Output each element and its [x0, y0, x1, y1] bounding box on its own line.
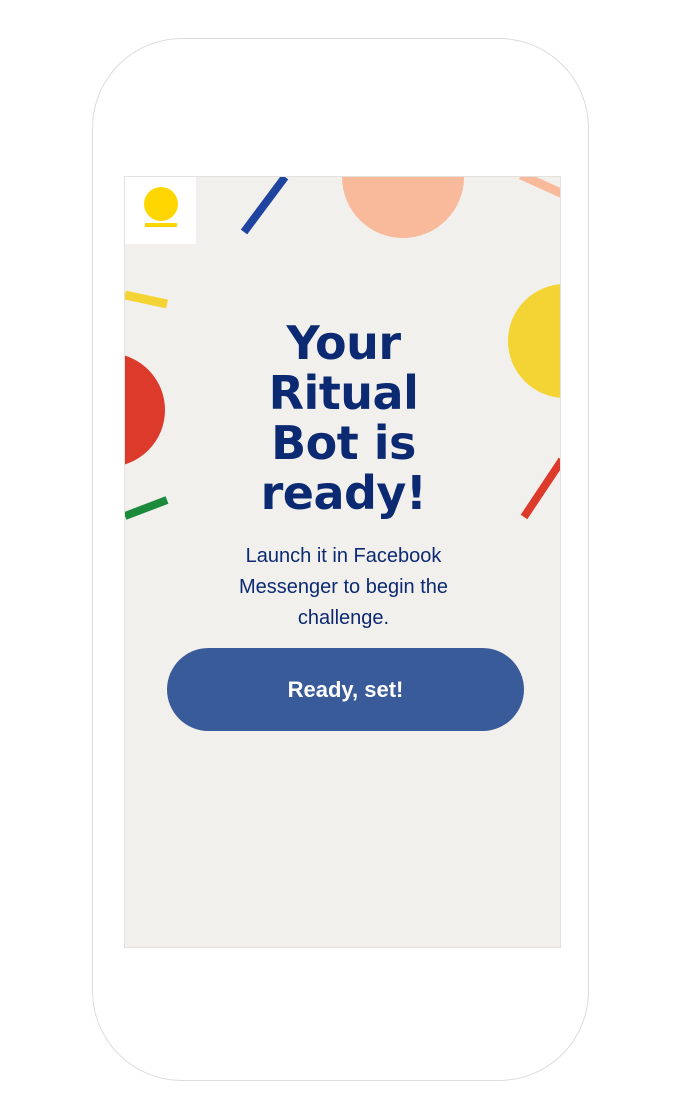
yellow-stick-shape [125, 290, 168, 309]
blue-stick-shape [240, 177, 289, 235]
page-title: Your Ritual Bot is ready! [125, 315, 560, 520]
peach-stick-shape [519, 177, 560, 198]
peach-circle-shape [342, 177, 464, 238]
instructions-text: Launch it in Facebook Messenger to begin… [238, 545, 449, 629]
title-line: ready! [260, 465, 427, 520]
ready-set-button[interactable]: Ready, set! [167, 648, 524, 731]
title-line: Bot is [271, 415, 416, 470]
title-line: Ritual [268, 365, 419, 420]
app-screen: Your Ritual Bot is ready! Launch it in F… [124, 176, 561, 948]
title-line: Your [286, 315, 401, 370]
